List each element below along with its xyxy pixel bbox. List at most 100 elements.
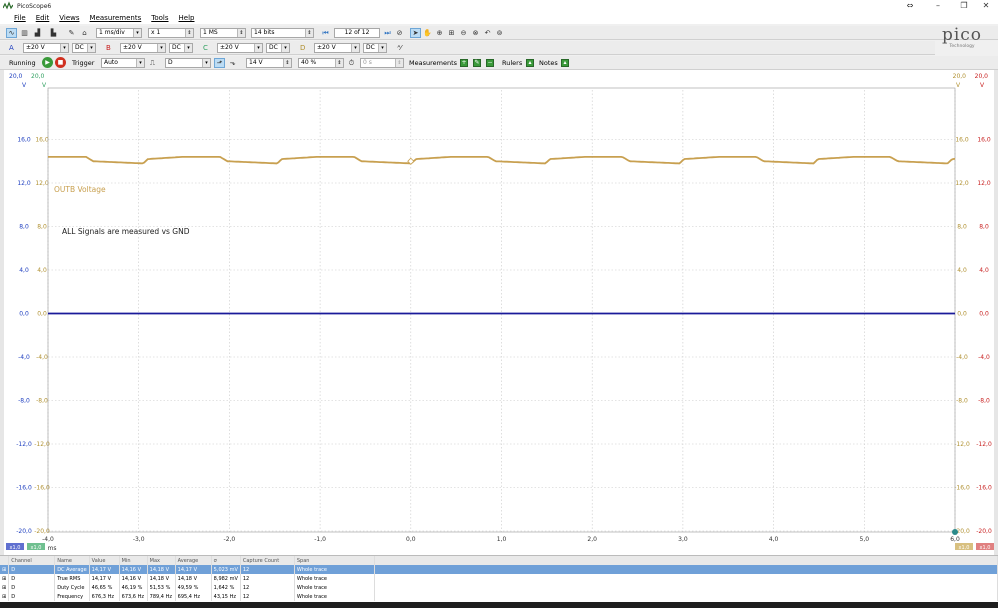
y-tick-right-d-5: -4,0 <box>956 354 968 361</box>
hand-tool-icon[interactable]: ✋ <box>422 28 433 38</box>
first-capture-icon[interactable]: ⏮ <box>320 28 331 38</box>
measurements-header-cell[interactable]: Value <box>89 556 120 565</box>
x-tick-10: 6,0 <box>950 536 960 543</box>
measurement-row[interactable]: ⊞ D True RMS 14,17 V 14,16 V 14,18 V 14,18 V 8,… <box>0 574 998 583</box>
stop-icon[interactable]: ■ <box>55 57 66 68</box>
edit-measurement-icon[interactable]: ✎ <box>473 59 481 67</box>
x-tick-1: -3,0 <box>133 536 145 543</box>
title-bar: PicoScope6 ⇔ – ❐ ✕ <box>0 0 998 12</box>
notes-toggle-icon[interactable]: ▴ <box>561 59 569 67</box>
menu-edit[interactable]: Edit <box>36 14 50 22</box>
menu-file[interactable]: File <box>14 14 26 22</box>
measurement-cell: D <box>8 565 56 574</box>
scope-mode-icon[interactable]: ∿ <box>6 28 17 38</box>
pointer-tool-icon[interactable]: ➤ <box>410 28 421 38</box>
channel-d-range-select[interactable]: ±20 V ▾ <box>314 43 360 53</box>
advanced-trigger-icon[interactable]: ⎍ <box>147 58 158 68</box>
delete-measurement-icon[interactable]: − <box>486 59 494 67</box>
measurement-cell: 14,16 V <box>119 565 148 574</box>
channel-a-range-select[interactable]: ±20 V ▾ <box>23 43 69 53</box>
badge-b-text: x1,0 <box>980 545 991 551</box>
trigger-source-select[interactable]: D ▾ <box>165 58 211 68</box>
spectrum-alt-icon[interactable]: ▙ <box>48 28 59 38</box>
close-button[interactable]: ✕ <box>972 0 998 12</box>
menu-help[interactable]: Help <box>179 14 195 22</box>
buffer-navigator-icon[interactable]: ⊘ <box>394 28 405 38</box>
measurements-header-row: Channel Name Value Min Max Average σ Capture Co… <box>0 556 998 565</box>
samples-select[interactable]: 1 MS ⇕ <box>200 28 246 38</box>
undo-zoom-icon[interactable]: ↶ <box>482 28 493 38</box>
plot-background <box>0 70 998 555</box>
zoom-reset-icon[interactable]: ⊗ <box>470 28 481 38</box>
measurements-header-cell[interactable]: σ <box>211 556 241 565</box>
y-tick-left-d-6: -8,0 <box>36 398 48 405</box>
y-tick-left-d-3: 4,0 <box>37 267 47 274</box>
channel-d-coupling-select[interactable]: DC ▾ <box>363 43 387 53</box>
channel-b-coupling-select[interactable]: DC ▾ <box>169 43 193 53</box>
expand-icon[interactable]: ⊞ <box>0 565 10 574</box>
channel-a-coupling-select[interactable]: DC ▾ <box>72 43 96 53</box>
time-ruler-handle[interactable] <box>952 529 958 535</box>
post-trigger-icon[interactable]: ⏱ <box>346 58 357 68</box>
persistence-mode-icon[interactable]: ▥ <box>19 28 30 38</box>
trigger-delay-field[interactable]: 0 s ⇕ <box>360 58 404 68</box>
y-tick-right-d-0: 16,0 <box>955 137 969 144</box>
expand-icon[interactable]: ⊞ <box>0 574 10 583</box>
measurements-header-cell[interactable]: Name <box>54 556 90 565</box>
measurement-row[interactable]: ⊞ D Frequency 676,3 Hz 673,6 Hz 789,4 Hz 695,4… <box>0 592 998 601</box>
zoom-box-icon[interactable]: ⊞ <box>446 28 457 38</box>
trigger-mode-select[interactable]: Auto ▾ <box>101 58 145 68</box>
zoom-overview-icon[interactable]: ⊚ <box>494 28 505 38</box>
measurement-row[interactable]: ⊞ D DC Average 14,17 V 14,16 V 14,18 V 14,17 V… <box>0 565 998 574</box>
scope-graph[interactable]: 20,0 20,0 20,0 20,0V V V V16,0 16,0 16,0 16,012,0… <box>0 70 998 555</box>
menu-measurements[interactable]: Measurements <box>90 14 142 22</box>
x-tick-7: 3,0 <box>678 536 688 543</box>
channel-c-coupling-select[interactable]: DC ▾ <box>266 43 290 53</box>
measurement-row[interactable]: ⊞ D Duty Cycle 46,65 % 46,19 % 51,53 % 49,59 %… <box>0 583 998 592</box>
restore-arrows-icon[interactable]: ⇔ <box>896 0 924 12</box>
minimize-button[interactable]: – <box>924 0 952 12</box>
measurement-cell: 14,18 V <box>175 574 212 583</box>
expand-icon[interactable]: ⊞ <box>0 592 10 601</box>
channel-options-icon[interactable]: ᴬ⁄ <box>394 43 405 53</box>
measurements-header-cell[interactable]: Span <box>294 556 375 565</box>
channel-c-range-select[interactable]: ±20 V ▾ <box>217 43 263 53</box>
measurement-cell: 695,4 Hz <box>175 592 212 601</box>
channel-b-range-select[interactable]: ±20 V ▾ <box>120 43 166 53</box>
measurements-header-cell[interactable]: Average <box>175 556 212 565</box>
timebase-select[interactable]: 1 ms/div ▾ <box>96 28 142 38</box>
right-scroll-strip[interactable] <box>994 70 998 555</box>
measurements-header-cell[interactable]: Min <box>119 556 148 565</box>
scope-view[interactable]: 20,0 20,0 20,0 20,0 V V V V 16,0 16,0 16,0 16,0 12,0… <box>0 70 998 555</box>
measurements-table: Channel Name Value Min Max Average σ Capture Co… <box>0 555 998 608</box>
start-icon[interactable]: ▶ <box>42 57 53 68</box>
probe-icon[interactable]: ✎ <box>66 28 77 38</box>
left-scroll-strip[interactable] <box>0 70 4 555</box>
trigger-level-field[interactable]: 14 V ⇕ <box>246 58 292 68</box>
chevron-down-icon: ▾ <box>136 59 144 67</box>
rulers-toggle-icon[interactable]: ▴ <box>526 59 534 67</box>
multiplier-select[interactable]: x 1 ⇕ <box>148 28 194 38</box>
falling-edge-icon[interactable]: ⬎ <box>227 58 238 68</box>
measurements-header-cell[interactable]: Channel <box>8 556 56 565</box>
menu-views[interactable]: Views <box>59 14 79 22</box>
measurements-header-cell[interactable]: Max <box>147 556 176 565</box>
expand-icon[interactable]: ⊞ <box>0 583 10 592</box>
y-tick-right-b-4: 0,0 <box>979 311 989 318</box>
capture-index-field[interactable]: 12 of 12 <box>334 28 380 38</box>
resolution-select[interactable]: 14 bits ⇕ <box>251 28 314 38</box>
measurements-header-cell[interactable] <box>0 556 10 565</box>
zoom-in-icon[interactable]: ⊕ <box>434 28 445 38</box>
measurement-cell: Whole trace <box>294 574 375 583</box>
measurements-header-cell[interactable]: Capture Count <box>240 556 295 565</box>
spectrum-mode-icon[interactable]: ▟ <box>32 28 43 38</box>
y-tick-left-a-7: -12,0 <box>16 441 32 448</box>
add-measurement-icon[interactable]: + <box>460 59 468 67</box>
x-tick-5: 1,0 <box>497 536 507 543</box>
home-icon[interactable]: ⌂ <box>79 28 90 38</box>
rising-edge-icon[interactable]: ⬏ <box>214 58 225 68</box>
last-capture-icon[interactable]: ⏭ <box>382 28 393 38</box>
zoom-out-icon[interactable]: ⊖ <box>458 28 469 38</box>
pretrigger-field[interactable]: 40 % ⇕ <box>298 58 344 68</box>
menu-tools[interactable]: Tools <box>151 14 168 22</box>
